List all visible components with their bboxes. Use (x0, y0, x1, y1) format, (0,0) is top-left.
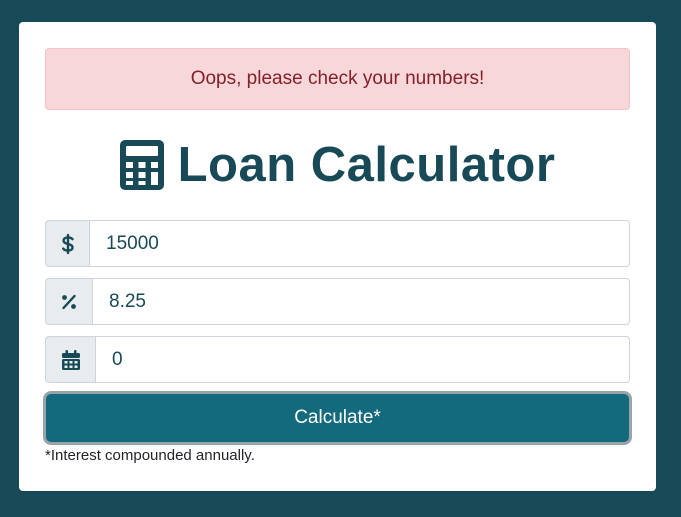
calculator-icon (119, 140, 164, 190)
percent-icon (45, 278, 92, 325)
interest-footnote: *Interest compounded annually. (45, 447, 255, 464)
interest-rate-group: 8.25 (45, 278, 630, 325)
dollar-sign-icon (45, 220, 89, 267)
error-alert-message: Oops, please check your numbers! (190, 68, 485, 89)
loan-amount-group: 15000 (45, 220, 630, 267)
interest-rate-input[interactable]: 8.25 (92, 278, 630, 325)
loan-years-group: 0 (45, 336, 630, 383)
calculate-button[interactable]: Calculate* (46, 394, 629, 442)
loan-years-input[interactable]: 0 (95, 336, 630, 383)
page-title-text: Loan Calculator (177, 138, 556, 192)
page-title: Loan Calculator (45, 110, 630, 220)
loan-amount-input[interactable]: 15000 (89, 220, 630, 267)
error-alert: Oops, please check your numbers! (45, 48, 630, 110)
loan-calculator-card: Oops, please check your numbers! Loan Ca… (19, 22, 656, 491)
calendar-icon (45, 336, 95, 383)
